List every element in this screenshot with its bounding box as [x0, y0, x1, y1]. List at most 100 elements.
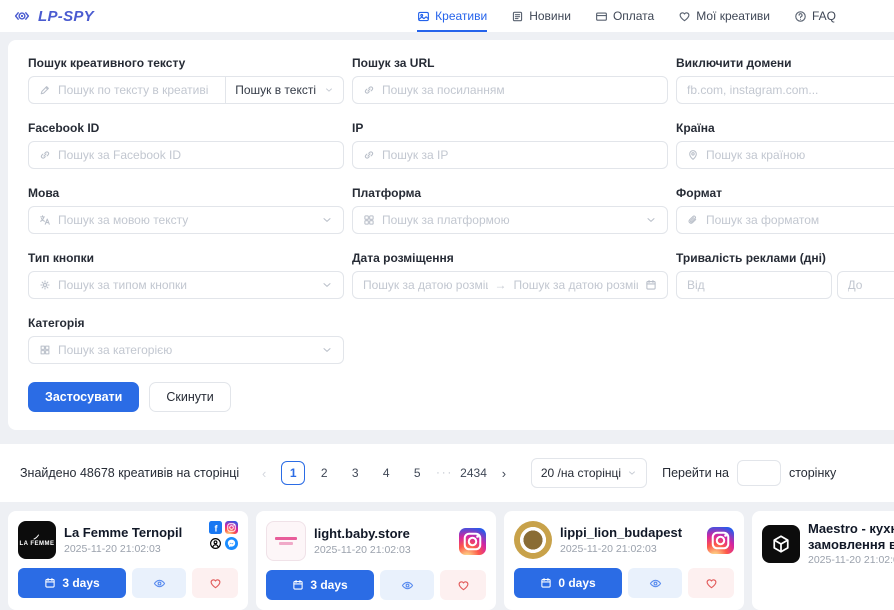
nav-item-creatives[interactable]: Креативи [417, 0, 487, 32]
creative-card[interactable]: light.baby.store 2025-11-20 21:02:03 3 d… [256, 511, 496, 610]
field-country: Країна Пошук за країною [676, 121, 894, 169]
view-button[interactable] [628, 568, 682, 598]
field-platform: Платформа Пошук за платформою [352, 186, 668, 234]
page-2[interactable]: 2 [312, 461, 336, 485]
duration-to-input[interactable]: До [837, 271, 894, 299]
heart-icon [678, 10, 691, 23]
nav-item-news[interactable]: Новини [511, 0, 571, 32]
creative-card[interactable]: Maestro - кухні, ме замовлення в Ужг 202… [752, 511, 894, 610]
field-button-type: Тип кнопки Пошук за типом кнопки [28, 251, 344, 299]
view-button[interactable] [380, 570, 434, 600]
paperclip-icon [687, 214, 699, 226]
avatar-label: LA FEMME [19, 541, 54, 547]
field-category: Категорія Пошук за категорією [28, 316, 344, 364]
field-label: Платформа [352, 186, 668, 200]
heart-icon [705, 577, 718, 590]
date-to-placeholder: Пошук за датою розміщення [514, 278, 639, 292]
translate-icon [39, 214, 51, 226]
avatar [762, 525, 800, 563]
date-range-picker[interactable]: Пошук за датою розміщення → Пошук за дат… [352, 271, 668, 299]
field-label: Мова [28, 186, 344, 200]
goto-page: Перейти на сторінку [662, 460, 836, 486]
pencil-icon [39, 84, 51, 96]
goto-suffix: сторінку [789, 466, 836, 480]
reset-button[interactable]: Скинути [149, 382, 230, 412]
goto-page-input[interactable] [737, 460, 781, 486]
category-select[interactable]: Пошук за категорією [28, 336, 344, 364]
field-label: Тривалість реклами (дні) [676, 251, 894, 265]
field-ip: IP Пошук за IP [352, 121, 668, 169]
url-input[interactable]: Пошук за посиланням [352, 76, 668, 104]
avatar [266, 521, 306, 561]
platform-select[interactable]: Пошук за платформою [352, 206, 668, 234]
button-type-select[interactable]: Пошук за типом кнопки [28, 271, 344, 299]
range-arrow: → [495, 278, 507, 292]
card-title[interactable]: light.baby.store [314, 526, 451, 542]
platform-icon [363, 214, 375, 226]
nav-item-my-creatives[interactable]: Мої креативи [678, 0, 770, 32]
favorite-button[interactable] [440, 570, 486, 600]
country-select[interactable]: Пошук за країною [676, 141, 894, 169]
question-icon [794, 10, 807, 23]
creative-card[interactable]: lippi_lion_budapest 2025-11-20 21:02:03 … [504, 511, 744, 610]
input-placeholder: fb.com, instagram.com... [687, 83, 894, 97]
page-size-select[interactable]: 20 /на сторінці [531, 458, 647, 488]
field-format: Формат Пошук за форматом [676, 186, 894, 234]
language-select[interactable]: Пошук за мовою тексту [28, 206, 344, 234]
page-size-value: 20 /на сторінці [541, 466, 621, 480]
results-bar: Знайдено 48678 креативів на сторінці ‹ 1… [0, 444, 894, 502]
page-4[interactable]: 4 [374, 461, 398, 485]
page-3[interactable]: 3 [343, 461, 367, 485]
field-facebook-id: Facebook ID Пошук за Facebook ID [28, 121, 344, 169]
nav-label: Новини [529, 9, 571, 23]
input-placeholder: Пошук за типом кнопки [58, 278, 314, 292]
view-button[interactable] [132, 568, 186, 598]
exclude-domains-input[interactable]: fb.com, instagram.com... [676, 76, 894, 104]
card-title[interactable]: La Femme Ternopil [64, 525, 201, 541]
creative-card[interactable]: LA FEMME La Femme Ternopil 2025-11-20 21… [8, 511, 248, 610]
field-label: IP [352, 121, 668, 135]
calendar-icon [292, 579, 304, 591]
page-1[interactable]: 1 [281, 461, 305, 485]
format-select[interactable]: Пошук за форматом [676, 206, 894, 234]
nav-item-faq[interactable]: FAQ [794, 0, 836, 32]
card-title[interactable]: lippi_lion_budapest [560, 525, 699, 541]
heart-icon [457, 579, 470, 592]
apply-button[interactable]: Застосувати [28, 382, 139, 412]
field-label: Формат [676, 186, 894, 200]
days-button[interactable]: 3 days [18, 568, 126, 598]
news-icon [511, 10, 524, 23]
field-duration: Тривалість реклами (дні) Від До [676, 251, 894, 299]
link-icon [363, 149, 375, 161]
field-label: Виключити домени [676, 56, 894, 70]
days-button[interactable]: 3 days [266, 570, 374, 600]
page-5[interactable]: 5 [405, 461, 429, 485]
field-label: Facebook ID [28, 121, 344, 135]
duration-from-input[interactable]: Від [676, 271, 832, 299]
text-search-mode-select[interactable]: Пошук в тексті [225, 76, 344, 104]
svg-text:f: f [214, 523, 217, 533]
select-value: Пошук в тексті [235, 83, 316, 97]
days-button[interactable]: 0 days [514, 568, 622, 598]
input-placeholder: Пошук за форматом [706, 213, 894, 227]
goto-label: Перейти на [662, 466, 729, 480]
page-last[interactable]: 2434 [460, 461, 487, 485]
favorite-button[interactable] [688, 568, 734, 598]
avatar: LA FEMME [18, 521, 56, 559]
ip-input[interactable]: Пошук за IP [352, 141, 668, 169]
nav-item-payment[interactable]: Оплата [595, 0, 654, 32]
filter-panel: Пошук креативного тексту Пошук по тексту… [8, 40, 894, 430]
pagination-ellipsis[interactable]: ··· [436, 467, 453, 479]
facebook-id-input[interactable]: Пошук за Facebook ID [28, 141, 344, 169]
chevron-down-icon [321, 344, 333, 356]
field-label: Тип кнопки [28, 251, 344, 265]
favorite-button[interactable] [192, 568, 238, 598]
creative-text-input[interactable]: Пошук по тексту в креативі [28, 76, 226, 104]
brand-logo[interactable]: LP-SPY [12, 8, 94, 25]
chevron-down-icon [645, 214, 657, 226]
nav-label: Оплата [613, 9, 654, 23]
pagination-next[interactable]: › [494, 466, 514, 481]
pagination-prev[interactable]: ‹ [254, 466, 274, 481]
card-title[interactable]: Maestro - кухні, ме замовлення в Ужг [808, 521, 894, 552]
field-label: Країна [676, 121, 894, 135]
